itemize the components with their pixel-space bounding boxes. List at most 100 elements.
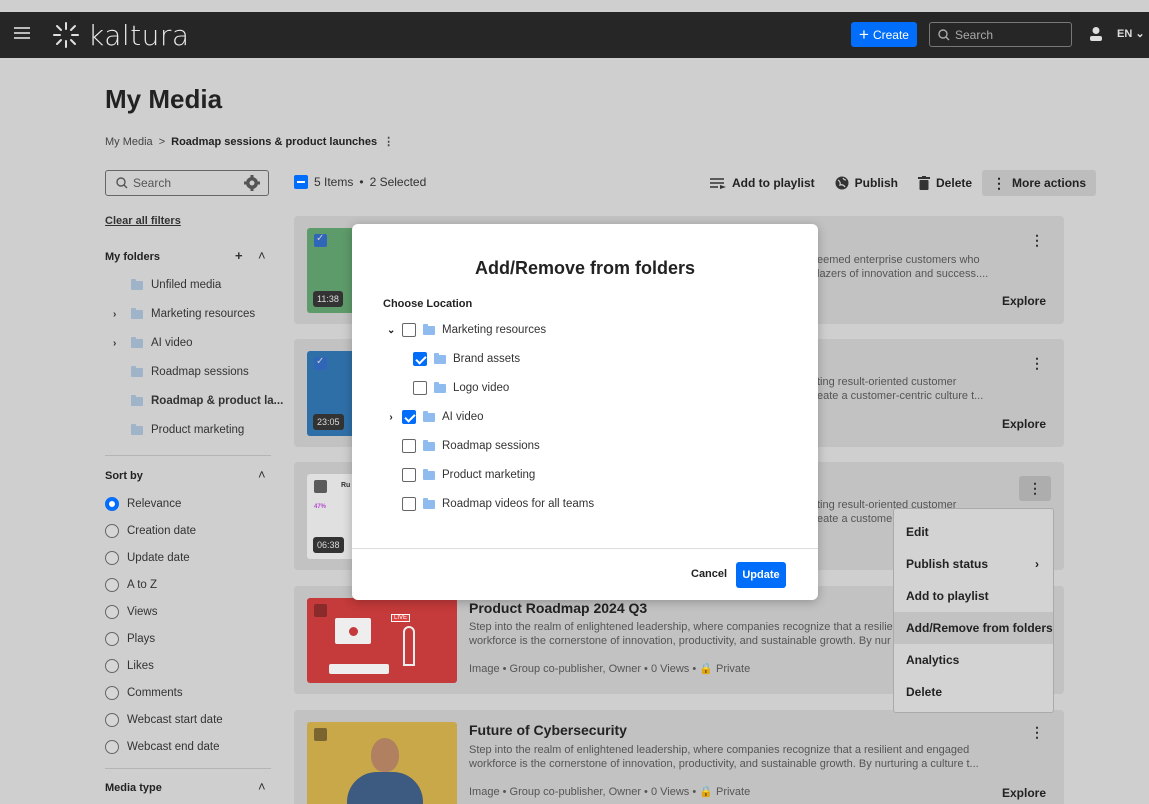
update-button[interactable]: Update [736,562,786,588]
publish-button[interactable]: Publish [825,170,908,196]
media-checkbox[interactable] [314,233,327,247]
folder-item-roadmap-product[interactable]: Roadmap & product la... [113,394,283,407]
sort-option-creation-date[interactable]: Creation date [105,524,196,538]
tree-item-roadmap-sessions[interactable]: Roadmap sessions [402,439,540,453]
folder-checkbox[interactable] [402,323,416,337]
radio-button[interactable] [105,740,119,754]
sort-label: Webcast end date [127,741,220,753]
media-card[interactable]: Future of Cybersecurity Step into the re… [294,710,1064,804]
gear-icon[interactable] [244,175,260,191]
radio-button[interactable] [105,659,119,673]
thumb-label: Ru [341,482,351,489]
sort-option-webcast-start[interactable]: Webcast start date [105,713,223,727]
chevron-up-icon[interactable]: ˄ [258,779,266,794]
folder-item-product-marketing[interactable]: Product marketing [113,423,244,436]
media-search-input[interactable]: Search [105,170,269,196]
folder-checkbox[interactable] [413,352,427,366]
media-meta: Image • Group co-publisher, Owner • 0 Vi… [469,786,751,798]
folder-label: Roadmap sessions [151,366,249,378]
radio-button[interactable] [105,686,119,700]
sort-option-plays[interactable]: Plays [105,632,155,646]
tree-item-logo-video[interactable]: Logo video [413,381,509,395]
menu-item-delete[interactable]: Delete [894,676,1053,708]
radio-button[interactable] [105,578,119,592]
sort-option-a-to-z[interactable]: A to Z [105,578,157,592]
user-icon[interactable] [1089,26,1103,42]
tree-item-brand-assets[interactable]: Brand assets [413,352,520,366]
language-selector[interactable]: EN ⌄ [1117,27,1145,40]
tree-item-roadmap-videos[interactable]: Roadmap videos for all teams [402,497,594,511]
radio-button[interactable] [105,497,119,511]
folder-icon [131,365,143,377]
brand-name[interactable]: kaltura [88,19,190,52]
menu-item-publish-status[interactable]: Publish status › [894,548,1053,580]
explore-link[interactable]: Explore [1002,786,1046,800]
folder-item-roadmap-sessions[interactable]: Roadmap sessions [113,365,249,378]
delete-button[interactable]: Delete [908,170,982,196]
chevron-right-icon[interactable]: › [113,309,123,320]
global-search-input[interactable]: Search [929,22,1072,47]
folder-checkbox[interactable] [413,381,427,395]
tree-item-product-marketing[interactable]: Product marketing [402,468,535,482]
radio-button[interactable] [105,713,119,727]
media-thumbnail[interactable] [307,722,457,804]
media-thumbnail[interactable]: LIVE [307,598,457,683]
folder-checkbox[interactable] [402,439,416,453]
sort-option-relevance[interactable]: Relevance [105,497,181,511]
menu-item-add-to-playlist[interactable]: Add to playlist [894,580,1053,612]
cancel-button[interactable]: Cancel [691,568,727,580]
explore-link[interactable]: Explore [1002,294,1046,308]
media-checkbox[interactable] [314,356,327,370]
sort-option-views[interactable]: Views [105,605,157,619]
card-kebab-icon[interactable]: ⋮ [1030,232,1044,249]
media-title[interactable]: Product Roadmap 2024 Q3 [469,600,647,616]
more-actions-button[interactable]: ⋮ More actions [982,170,1097,196]
chevron-right-icon[interactable]: › [113,338,123,349]
folder-icon [423,497,435,509]
tree-item-ai-video[interactable]: › AI video [387,410,484,424]
sort-option-comments[interactable]: Comments [105,686,183,700]
card-kebab-icon[interactable]: ⋮ [1030,355,1044,372]
globe-icon [835,176,849,190]
select-all-checkbox[interactable] [294,175,308,189]
folder-item-unfiled[interactable]: Unfiled media [113,278,221,291]
media-checkbox[interactable] [314,728,327,741]
radio-button[interactable] [105,524,119,538]
card-kebab-icon[interactable]: ⋮ [1019,476,1051,501]
sort-option-update-date[interactable]: Update date [105,551,190,565]
radio-button[interactable] [105,632,119,646]
add-folder-icon[interactable]: + [235,248,243,263]
breadcrumb-menu-icon[interactable]: ⋮ [383,135,394,148]
media-title[interactable]: Future of Cybersecurity [469,722,627,738]
tree-item-marketing-resources[interactable]: ⌄ Marketing resources [387,323,546,337]
folder-item-marketing[interactable]: › Marketing resources [113,307,255,320]
card-kebab-icon[interactable]: ⋮ [1030,724,1044,741]
clear-filters-link[interactable]: Clear all filters [105,215,181,227]
chevron-right-icon[interactable]: › [387,412,395,423]
sort-option-webcast-end[interactable]: Webcast end date [105,740,220,754]
breadcrumb-root[interactable]: My Media [105,136,153,148]
thumb-stat: 47% [314,504,327,510]
menu-item-analytics[interactable]: Analytics [894,644,1053,676]
media-checkbox[interactable] [314,480,327,493]
create-button[interactable]: + Create [851,22,917,47]
folder-checkbox[interactable] [402,468,416,482]
menu-icon[interactable] [14,24,30,44]
chevron-up-icon[interactable]: ˄ [258,467,266,482]
playlist-icon [710,178,726,189]
radio-button[interactable] [105,605,119,619]
folder-checkbox[interactable] [402,497,416,511]
radio-button[interactable] [105,551,119,565]
explore-link[interactable]: Explore [1002,417,1046,431]
media-checkbox[interactable] [314,604,327,617]
chevron-down-icon[interactable]: ⌄ [387,325,395,336]
chevron-up-icon[interactable]: ˄ [258,248,266,263]
menu-item-edit[interactable]: Edit [894,516,1053,548]
menu-item-add-remove-folders[interactable]: Add/Remove from folders [894,612,1053,644]
folder-item-ai-video[interactable]: › AI video [113,336,193,349]
tree-item-label: Marketing resources [442,324,547,336]
media-meta: Image • Group co-publisher, Owner • 0 Vi… [469,663,751,675]
folder-checkbox[interactable] [402,410,416,424]
sort-option-likes[interactable]: Likes [105,659,154,673]
add-to-playlist-button[interactable]: Add to playlist [700,170,825,196]
